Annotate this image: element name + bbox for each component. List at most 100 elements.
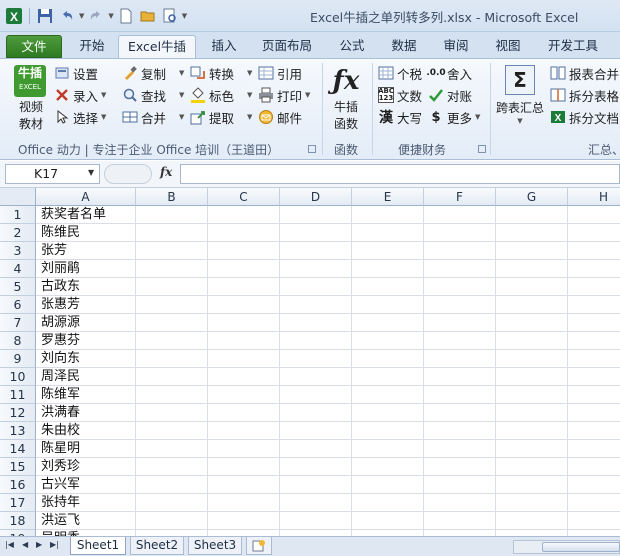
column-header-d[interactable]: D [280,188,352,206]
formula-bar-splitter[interactable] [104,164,152,184]
find-button[interactable]: 查找 ▼ [122,85,184,105]
next-sheet-icon[interactable]: ▶ [36,540,42,549]
tab-home[interactable]: 开始 [70,35,114,58]
cell-a[interactable]: 张惠芳 [41,296,80,314]
cell-a[interactable]: 陈星明 [41,440,80,458]
cell-a[interactable]: 胡源源 [41,314,80,332]
merge-reports-button[interactable]: 报表合并 [550,63,619,83]
save-icon[interactable] [35,6,55,26]
tab-review[interactable]: 审阅 [434,35,478,58]
column-header-b[interactable]: B [136,188,208,206]
cell-a[interactable]: 洪满春 [41,404,80,422]
reconcile-button[interactable]: 对账 [428,85,472,105]
last-sheet-icon[interactable]: ▶| [50,540,59,549]
row-header[interactable]: 1 [0,206,36,224]
name-box-dropdown-icon[interactable]: ▼ [88,168,94,177]
row-header[interactable]: 5 [0,278,36,296]
sheet-tab-sheet2[interactable]: Sheet2 [130,537,184,555]
number-to-text-button[interactable]: ABC 123 文数 [378,85,422,105]
new-file-icon[interactable] [116,6,136,26]
excel-app-icon[interactable]: X [4,6,24,26]
cell-a[interactable]: 古政东 [41,278,80,296]
row-header[interactable]: 10 [0,368,36,386]
row-header[interactable]: 14 [0,440,36,458]
input-button[interactable]: 录入 ▼ [54,85,106,105]
row-header[interactable]: 7 [0,314,36,332]
cell-a[interactable]: 罗惠芬 [41,332,80,350]
merge-button[interactable]: 合并 ▼ [122,107,184,127]
select-all-corner[interactable] [0,188,36,206]
video-tutorial-button[interactable]: 视频 教材 [14,99,48,133]
row-header[interactable]: 17 [0,494,36,512]
cell-a[interactable]: 获奖者名单 [41,206,106,224]
row-header[interactable]: 2 [0,224,36,242]
niucha-logo[interactable]: 牛插 EXCEL [14,65,46,97]
more-button[interactable]: $ 更多 ▼ [428,107,480,127]
insert-sheet-icon[interactable] [246,537,272,555]
cell-a[interactable]: 刘向东 [41,350,80,368]
sheet-tab-sheet1[interactable]: Sheet1 [70,537,126,555]
column-header-c[interactable]: C [208,188,280,206]
column-header-g[interactable]: G [496,188,568,206]
tab-page-layout[interactable]: 页面布局 [254,35,320,58]
row-header[interactable]: 13 [0,422,36,440]
split-table-button[interactable]: 拆分表格 [550,85,619,105]
print-preview-icon[interactable] [160,6,180,26]
cell-a[interactable]: 张芳 [41,242,67,260]
cell-a[interactable]: 陈维军 [41,386,80,404]
column-header-f[interactable]: F [424,188,496,206]
formula-input[interactable] [180,164,620,184]
extract-button[interactable]: 提取 ▼ [190,107,252,127]
rounding-button[interactable]: .0.0 舍入 [426,63,472,83]
uppercase-button[interactable]: 漢 大写 [378,107,422,127]
column-header-a[interactable]: A [36,188,136,206]
column-header-e[interactable]: E [352,188,424,206]
group-launcher-office[interactable] [308,145,316,153]
column-header-h[interactable]: H [568,188,620,206]
copy-button[interactable]: 复制 ▼ [122,63,184,83]
horizontal-scrollbar[interactable] [513,540,620,554]
cell-a[interactable]: 张持年 [41,494,80,512]
cell-a[interactable]: 刘丽鹃 [41,260,80,278]
cell-a[interactable]: 古兴军 [41,476,80,494]
row-header[interactable]: 16 [0,476,36,494]
undo-dropdown-icon[interactable]: ▼ [79,12,84,20]
cell-a[interactable]: 洪运飞 [41,512,80,530]
undo-icon[interactable] [57,6,77,26]
row-header[interactable]: 18 [0,512,36,530]
row-header[interactable]: 9 [0,350,36,368]
select-button[interactable]: 选择 ▼ [54,107,106,127]
reference-button[interactable]: 引用 [258,63,302,83]
niucha-functions-button[interactable]: ƒx 牛插 函数 [326,63,366,135]
prev-sheet-icon[interactable]: ◀ [22,540,28,549]
print-button[interactable]: 打印 ▼ [258,85,310,105]
tab-file[interactable]: 文件 [6,35,62,58]
name-box[interactable]: K17 [5,164,100,184]
tab-insert[interactable]: 插入 [202,35,246,58]
customize-qat-icon[interactable]: ▼ [182,12,187,20]
redo-icon[interactable] [86,6,106,26]
sheet-tab-sheet3[interactable]: Sheet3 [188,537,242,555]
tab-formulas[interactable]: 公式 [330,35,374,58]
row-header[interactable]: 15 [0,458,36,476]
row-header[interactable]: 6 [0,296,36,314]
row-header[interactable]: 12 [0,404,36,422]
row-header[interactable]: 8 [0,332,36,350]
tab-developer[interactable]: 开发工具 [540,35,606,58]
open-folder-icon[interactable] [138,6,158,26]
cross-sheet-summary-button[interactable]: Σ 跨表汇总 ▼ [494,63,546,135]
cell-a[interactable]: 刘秀珍 [41,458,80,476]
insert-function-icon[interactable]: fx [160,165,172,179]
redo-dropdown-icon[interactable]: ▼ [108,12,113,20]
tab-excel-niucha[interactable]: Excel牛插 [118,35,196,58]
first-sheet-icon[interactable]: |◀ [5,540,14,549]
convert-button[interactable]: 转换 ▼ [190,63,252,83]
split-document-button[interactable]: X 拆分文档 [550,107,619,127]
mail-button[interactable]: 邮件 [258,107,302,127]
personal-tax-button[interactable]: 个税 [378,63,422,83]
group-launcher-finance[interactable] [478,145,486,153]
tab-view[interactable]: 视图 [486,35,530,58]
setup-button[interactable]: 设置 [54,63,98,83]
color-mark-button[interactable]: 标色 ▼ [190,85,252,105]
row-header[interactable]: 11 [0,386,36,404]
